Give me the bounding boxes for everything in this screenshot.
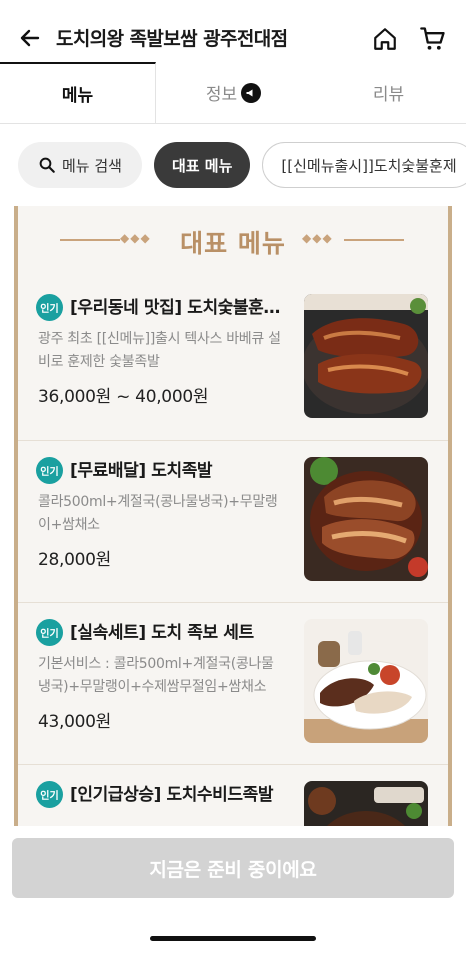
- menu-item-desc: 기본서비스 : 콜라500ml+계절국(콩나물냉국)+무말랭이+수제쌈무절임+쌈…: [38, 656, 274, 695]
- popular-badge: 인기: [36, 781, 63, 808]
- tab-info-label: 정보: [205, 85, 238, 105]
- popular-badge: 인기: [36, 619, 63, 646]
- tab-menu[interactable]: 메뉴: [0, 62, 156, 123]
- menu-item-price: 36,000원 ~ 40,000원: [38, 387, 209, 407]
- menu-item[interactable]: 인기 [인기급상승] 도치수비드족발: [18, 764, 448, 826]
- title-ornament-right: [344, 239, 404, 241]
- cart-icon: [420, 27, 445, 50]
- menu-item-name: [우리동네 맛집] 도치숯불훈제족발: [70, 298, 292, 318]
- menu-item-name: [인기급상승] 도치수비드족발: [70, 785, 274, 805]
- menu-item-price: 28,000원: [38, 550, 112, 570]
- tab-info[interactable]: 정보: [156, 62, 311, 123]
- tab-menu-label: 메뉴: [61, 86, 94, 106]
- not-ready-button[interactable]: 지금은 준비 중이에요: [12, 838, 454, 898]
- megaphone-icon: [241, 82, 262, 103]
- menu-item-name: [무료배달] 도치족발: [70, 461, 213, 481]
- bottom-bar: 지금은 준비 중이에요: [0, 826, 466, 953]
- search-icon: [39, 157, 55, 173]
- representative-menu-board: ◆◆◆ 대표 메뉴 ◆◆◆ 인기 [우리동네 맛집] 도치숯불훈제족발 광주 최…: [14, 206, 452, 826]
- store-tabs: 메뉴 정보 리뷰: [0, 62, 466, 124]
- app-header: 도치의왕 족발보쌈 광주전대점: [0, 0, 466, 66]
- home-button[interactable]: [368, 22, 402, 56]
- arrow-left-icon: [20, 29, 40, 47]
- tab-review-label: 리뷰: [372, 85, 405, 105]
- board-title: 대표 메뉴: [180, 229, 286, 258]
- diamond-ornament-right: ◆◆◆: [302, 231, 333, 245]
- menu-item-photo: [304, 781, 428, 826]
- store-title: 도치의왕 족발보쌈 광주전대점: [56, 28, 288, 50]
- chip-new-menu[interactable]: [[신메뉴출시]]도치숯불훈제: [262, 142, 466, 188]
- chip-representative-menu[interactable]: 대표 메뉴: [153, 142, 251, 188]
- menu-item-photo: [304, 294, 428, 418]
- menu-search-chip[interactable]: 메뉴 검색: [18, 142, 142, 188]
- menu-item[interactable]: 인기 [실속세트] 도치 족보 세트 기본서비스 : 콜라500ml+계절국(콩…: [18, 602, 448, 764]
- home-indicator: [150, 936, 316, 941]
- menu-item-price: 43,000원: [38, 712, 112, 732]
- menu-search-label: 메뉴 검색: [62, 156, 122, 175]
- back-button[interactable]: [14, 22, 46, 54]
- menu-item-name: [실속세트] 도치 족보 세트: [70, 623, 254, 643]
- menu-item-desc: 콜라500ml+계절국(콩나물냉국)+무말랭이+쌈채소: [38, 494, 278, 533]
- menu-item[interactable]: 인기 [우리동네 맛집] 도치숯불훈제족발 광주 최초 [[신메뉴]]출시 텍사…: [18, 278, 448, 440]
- menu-item-photo: [304, 619, 428, 743]
- cart-button[interactable]: [416, 22, 450, 56]
- menu-item-photo: [304, 457, 428, 581]
- popular-badge: 인기: [36, 294, 63, 321]
- tab-review[interactable]: 리뷰: [311, 62, 466, 123]
- menu-item[interactable]: 인기 [무료배달] 도치족발 콜라500ml+계절국(콩나물냉국)+무말랭이+쌈…: [18, 440, 448, 602]
- menu-category-chips: 메뉴 검색 대표 메뉴 [[신메뉴출시]]도치숯불훈제: [0, 124, 466, 206]
- menu-item-desc: 광주 최초 [[신메뉴]]출시 텍사스 바베큐 설비로 훈제한 숯불족발: [38, 331, 281, 370]
- home-icon: [374, 28, 396, 50]
- popular-badge: 인기: [36, 457, 63, 484]
